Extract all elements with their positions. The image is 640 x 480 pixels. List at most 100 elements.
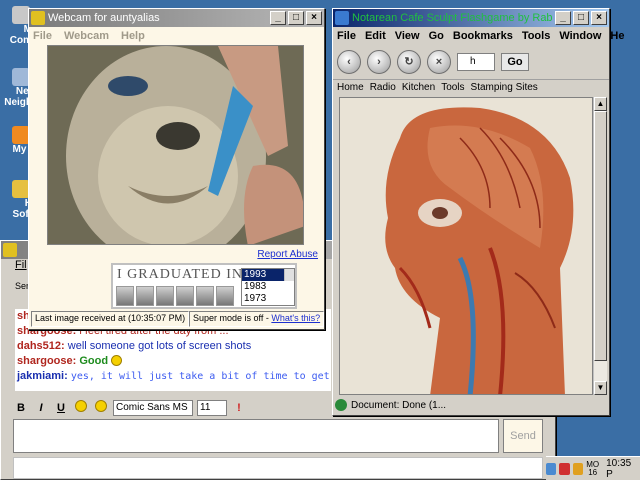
back-button[interactable]: ‹ bbox=[337, 50, 361, 74]
stop-button[interactable]: × bbox=[427, 50, 451, 74]
chat-text: Good bbox=[79, 355, 109, 367]
send-button[interactable]: Send bbox=[503, 419, 543, 453]
tray-daynum: 16 bbox=[588, 467, 598, 477]
font-size-value: 11 bbox=[200, 402, 211, 413]
menu-file[interactable]: File bbox=[337, 30, 356, 42]
ad-photo-strip bbox=[116, 286, 234, 306]
tray-icon[interactable] bbox=[559, 462, 570, 475]
whats-this-link[interactable]: What's this? bbox=[271, 313, 320, 323]
bookmark-kitchen[interactable]: Kitchen bbox=[402, 82, 435, 93]
ad-headline: I GRADUATED IN: bbox=[117, 267, 248, 282]
bookmark-home[interactable]: Home bbox=[337, 82, 364, 93]
report-abuse-link[interactable]: Report Abuse bbox=[257, 249, 318, 260]
bookmark-stamping-sites[interactable]: Stamping Sites bbox=[471, 82, 538, 93]
minimize-button[interactable]: _ bbox=[555, 11, 571, 25]
anatomy-image bbox=[339, 97, 593, 395]
webcam-image bbox=[48, 46, 303, 244]
browser-window: Notarean Cafe Sculpt Flashgame by Rabia … bbox=[332, 8, 624, 416]
font-size-select[interactable]: 11 bbox=[197, 400, 227, 416]
last-image-status: Last image received at (10:35:07 PM) bbox=[31, 311, 189, 327]
bookmark-radio[interactable]: Radio bbox=[370, 82, 396, 93]
sunglasses-emoticon-icon[interactable] bbox=[93, 400, 109, 416]
maximize-button[interactable]: □ bbox=[288, 11, 304, 25]
menu-tools[interactable]: Tools bbox=[522, 30, 551, 42]
webcam-title: Webcam for auntyalias bbox=[48, 12, 160, 24]
browser-app-icon bbox=[335, 11, 349, 25]
bold-button[interactable]: B bbox=[13, 400, 29, 416]
webcam-app-icon bbox=[31, 11, 45, 25]
year-option[interactable]: 1983 bbox=[242, 281, 294, 293]
scroll-up-icon[interactable]: ▲ bbox=[594, 97, 607, 111]
close-button[interactable]: × bbox=[591, 11, 607, 25]
year-option[interactable]: 1973 bbox=[242, 293, 294, 305]
menu-help[interactable]: He bbox=[610, 30, 624, 42]
webcam-statusbar: Last image received at (10:35:07 PM) Sup… bbox=[31, 311, 325, 327]
bookmark-tools[interactable]: Tools bbox=[441, 82, 464, 93]
menu-bookmarks[interactable]: Bookmarks bbox=[453, 30, 513, 42]
chat-username: shargoose: bbox=[17, 355, 77, 367]
super-mode-text: Super mode is off - bbox=[193, 313, 272, 323]
tray-icon[interactable] bbox=[572, 462, 584, 475]
ad-photo bbox=[136, 286, 154, 306]
maximize-button[interactable]: □ bbox=[573, 11, 589, 25]
navigation-toolbar: ‹ › ↻ × h Go bbox=[333, 45, 609, 79]
forward-button[interactable]: › bbox=[367, 50, 391, 74]
chat-username: jakmiami: bbox=[17, 370, 68, 382]
go-button[interactable]: Go bbox=[501, 53, 529, 71]
tray-clock[interactable]: 10:35 P bbox=[606, 458, 636, 480]
font-select-value: Comic Sans MS bbox=[116, 402, 188, 413]
ad-photo bbox=[196, 286, 214, 306]
year-listbox[interactable]: 1993 1983 1973 bbox=[241, 268, 295, 306]
security-icon bbox=[335, 399, 347, 411]
chat-username: dahs512: bbox=[17, 340, 65, 352]
italic-button[interactable]: I bbox=[33, 400, 49, 416]
browser-title: Notarean Cafe Sculpt Flashgame by Rabia … bbox=[352, 12, 553, 24]
year-listbox-scrollbar[interactable] bbox=[284, 269, 294, 281]
year-option[interactable]: 1993 bbox=[242, 269, 284, 281]
chat-message: jakmiami: yes, it will just take a bit o… bbox=[17, 369, 331, 384]
menu-help[interactable]: Help bbox=[121, 30, 145, 42]
font-select[interactable]: Comic Sans MS bbox=[113, 400, 193, 416]
menu-webcam[interactable]: Webcam bbox=[64, 30, 109, 42]
ad-photo bbox=[216, 286, 234, 306]
url-input[interactable]: h bbox=[457, 53, 495, 71]
bookmarks-toolbar: Home Radio Kitchen Tools Stamping Sites bbox=[333, 79, 609, 95]
chat-menu-file[interactable]: Fil bbox=[15, 259, 27, 271]
chat-text: well someone got lots of screen shots bbox=[67, 340, 252, 352]
webcam-video-feed bbox=[47, 45, 304, 245]
webcam-menubar: File Webcam Help bbox=[29, 27, 324, 45]
browser-statusbar: Document: Done (1... bbox=[335, 397, 607, 413]
close-button[interactable]: × bbox=[306, 11, 322, 25]
browser-scrollbar[interactable]: ▲ ▼ bbox=[593, 97, 607, 395]
reload-button[interactable]: ↻ bbox=[397, 50, 421, 74]
tray-date: MO 16 bbox=[586, 460, 599, 477]
chat-format-toolbar: B I U Comic Sans MS 11 ! bbox=[13, 399, 247, 417]
chat-lower-pane bbox=[13, 457, 543, 479]
ad-photo bbox=[176, 286, 194, 306]
browser-menubar: File Edit View Go Bookmarks Tools Window… bbox=[333, 27, 624, 45]
webcam-titlebar[interactable]: Webcam for auntyalias _ □ × bbox=[29, 9, 324, 27]
chat-message: dahs512: well someone got lots of screen… bbox=[17, 339, 331, 354]
ad-photo bbox=[156, 286, 174, 306]
minimize-button[interactable]: _ bbox=[270, 11, 286, 25]
alert-icon[interactable]: ! bbox=[231, 400, 247, 416]
menu-go[interactable]: Go bbox=[429, 30, 444, 42]
underline-button[interactable]: U bbox=[53, 400, 69, 416]
chat-app-icon bbox=[3, 243, 17, 257]
webcam-window: Webcam for auntyalias _ □ × File Webcam … bbox=[28, 8, 325, 330]
emoticon-icon[interactable] bbox=[73, 400, 89, 416]
graduation-ad-banner[interactable]: I GRADUATED IN: 1993 1983 1973 bbox=[111, 263, 297, 309]
browser-titlebar[interactable]: Notarean Cafe Sculpt Flashgame by Rabia … bbox=[333, 9, 609, 27]
tray-icon[interactable] bbox=[546, 462, 557, 475]
chat-message: shargoose: Good bbox=[17, 354, 331, 369]
menu-window[interactable]: Window bbox=[559, 30, 601, 42]
chat-text: yes, it will just take a bit of time to … bbox=[70, 371, 331, 382]
scroll-down-icon[interactable]: ▼ bbox=[594, 381, 607, 395]
menu-edit[interactable]: Edit bbox=[365, 30, 386, 42]
anatomy-illustration bbox=[340, 98, 592, 394]
menu-file[interactable]: File bbox=[33, 30, 52, 42]
scroll-thumb[interactable] bbox=[594, 111, 607, 361]
menu-view[interactable]: View bbox=[395, 30, 420, 42]
ad-photo bbox=[116, 286, 134, 306]
chat-message-input[interactable] bbox=[13, 419, 499, 453]
